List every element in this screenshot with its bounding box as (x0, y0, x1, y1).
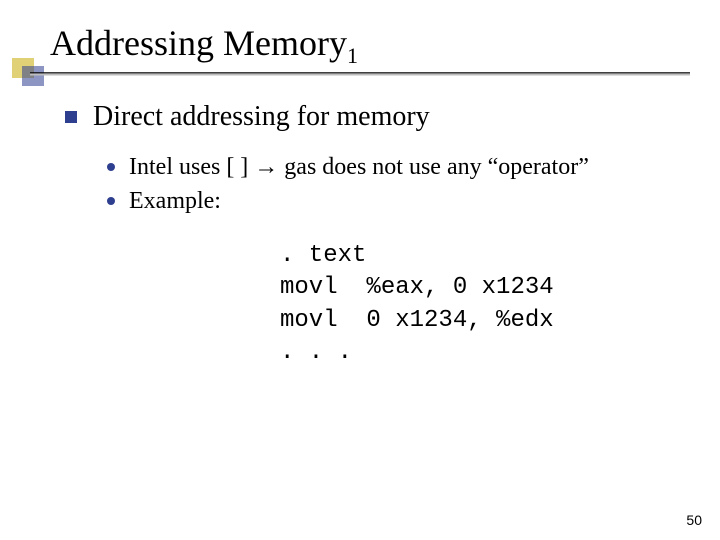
bullet-level1: Direct addressing for memory (65, 100, 685, 134)
bullet-level2: Example: (107, 186, 685, 216)
title-underline (30, 72, 690, 76)
arrow-icon: → (254, 153, 278, 180)
code-block: . text movl %eax, 0 x1234 movl 0 x1234, … (280, 240, 554, 370)
dot-bullet-icon (107, 163, 115, 171)
level2-pre-0: Intel uses [ ] (129, 154, 254, 180)
page-number: 50 (686, 512, 702, 528)
slide-title-area: Addressing Memory1 (50, 22, 358, 69)
level2-text-1: Example: (129, 186, 221, 216)
bullet-level2: Intel uses [ ] → gas does not use any “o… (107, 152, 685, 182)
level2-pre-1: Example: (129, 188, 221, 214)
slide: { "title": { "main": "Addressing Memory"… (0, 0, 720, 540)
level1-text: Direct addressing for memory (93, 100, 430, 134)
level2-post-0: gas does not use any “operator” (278, 154, 589, 180)
slide-title: Addressing Memory1 (50, 23, 358, 63)
square-bullet-icon (65, 111, 77, 123)
slide-title-subscript: 1 (347, 43, 358, 68)
content-area: Direct addressing for memory Intel uses … (65, 100, 685, 220)
dot-bullet-icon (107, 197, 115, 205)
level2-block: Intel uses [ ] → gas does not use any “o… (107, 152, 685, 216)
level2-text-0: Intel uses [ ] → gas does not use any “o… (129, 152, 589, 182)
slide-title-text: Addressing Memory (50, 23, 347, 63)
corner-decoration (12, 58, 52, 88)
